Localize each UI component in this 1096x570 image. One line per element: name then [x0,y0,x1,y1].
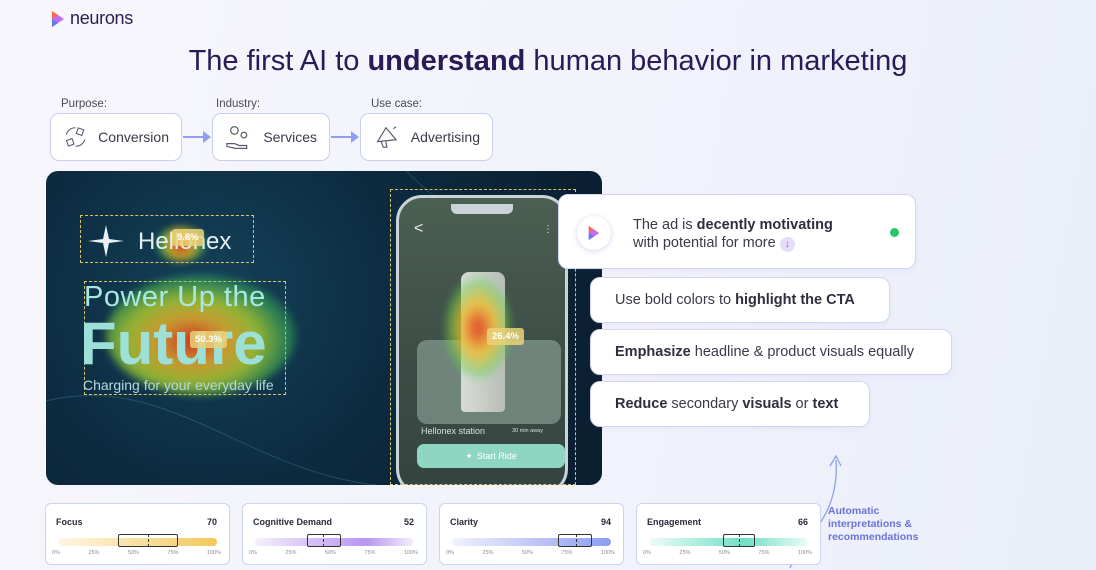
metric-median-line [739,534,740,547]
verdict-line1: The ad is decently motivating [633,216,891,234]
heat-label-headline: 50.3% [190,331,227,348]
note-line1: Automatic [828,505,880,517]
metric-value: 94 [600,517,611,527]
recommendation-card-1[interactable]: Use bold colors to highlight the CTA [590,277,890,323]
metric-median-line [576,534,577,547]
note-line3: recommendations [828,531,919,543]
neurons-logo-icon [52,10,64,27]
metric-card-engagement[interactable]: Engagement 66 0% 25% 50% 75% 100% [636,503,821,565]
industry-value: Services [263,129,317,145]
step-arrow-1 [183,131,211,143]
purpose-value: Conversion [98,129,169,145]
headline-pre: The first AI to [188,45,368,77]
rec2-text: headline & product visuals equally [690,344,915,360]
verdict-pre: The ad is [633,217,697,233]
brand-logo[interactable]: neurons [50,8,133,29]
metric-card-cognitive-demand[interactable]: Cognitive Demand 52 0% 25% 50% 75% 100% [242,503,427,565]
step-arrow-2 [331,131,359,143]
metric-boxplot [307,534,341,547]
rec3-text1: secondary [667,396,743,412]
sparkle-icon [88,225,124,257]
brand-name: neurons [70,8,133,28]
headline-bold: understand [367,45,526,77]
metric-name: Clarity [450,517,479,527]
heat-label-brand: 9.8% [172,229,204,246]
metric-name: Cognitive Demand [253,517,333,527]
usecase-label: Use case: [371,98,423,110]
note-line2: interpretations & [828,518,913,530]
metric-ticks: 0% 25% 50% 75% 100% [249,550,418,556]
headline-post: human behavior in marketing [525,45,908,77]
conversion-cycle-icon [65,127,86,147]
verdict-card: The ad is decently motivating with poten… [558,194,916,269]
metric-ticks: 0% 25% 50% 75% 100% [52,550,221,556]
status-dot [890,228,899,237]
ad-tagline: Charging for your everyday life [83,377,274,393]
rec3-text2: or [791,396,813,412]
purpose-step[interactable]: Conversion [50,113,182,161]
gears-hand-icon [226,126,248,149]
heat-label-product: 26.4% [487,328,524,345]
metric-card-focus[interactable]: Focus 70 0% 25% 50% 75% 100% [45,503,230,565]
product-aoi-box [390,189,576,485]
industry-label: Industry: [216,98,261,110]
metric-value: 52 [403,517,414,527]
metric-ticks: 0% 25% 50% 75% 100% [643,550,812,556]
metric-name: Focus [56,517,83,527]
metric-ticks: 0% 25% 50% 75% 100% [446,550,615,556]
usecase-step[interactable]: Advertising [360,113,493,161]
page-headline: The first AI to understand human behavio… [0,45,1096,78]
megaphone-icon [376,126,398,148]
arrow-down-icon: ↓ [779,237,795,252]
rec3-bold2: visuals [742,396,792,412]
metric-value: 66 [797,517,808,527]
rec1-text: Use bold colors to [615,292,732,308]
ad-headline-line2: Future [80,310,267,377]
metric-card-clarity[interactable]: Clarity 94 0% 25% 50% 75% 100% [439,503,624,565]
metric-median-line [148,534,149,547]
usecase-value: Advertising [410,129,480,145]
rec3-bold1: Reduce [615,396,668,412]
recommendation-card-3[interactable]: Reduce secondary visuals or text [590,381,870,427]
metric-boxplot [558,534,592,547]
purpose-label: Purpose: [61,98,108,110]
ad-heatmap-preview[interactable]: Hellonex 9.8% Power Up the Future Chargi… [46,171,602,485]
neurons-avatar [577,216,611,250]
metric-name: Engagement [647,517,702,527]
automatic-note: Automatic interpretations & recommendati… [828,505,918,544]
verdict-line2: with potential for more ↓ [633,234,891,252]
verdict-line2-text: with potential for more [633,235,776,251]
rec2-bold: Emphasize [615,344,691,360]
verdict-bold: decently motivating [696,217,833,233]
rec1-bold: highlight the CTA [735,292,855,308]
metric-median-line [323,534,324,547]
industry-step[interactable]: Services [212,113,330,161]
recommendation-card-2[interactable]: Emphasize headline & product visuals equ… [590,329,952,375]
metric-value: 70 [206,517,217,527]
rec3-bold3: text [812,396,839,412]
neurons-logo-icon [588,226,600,240]
